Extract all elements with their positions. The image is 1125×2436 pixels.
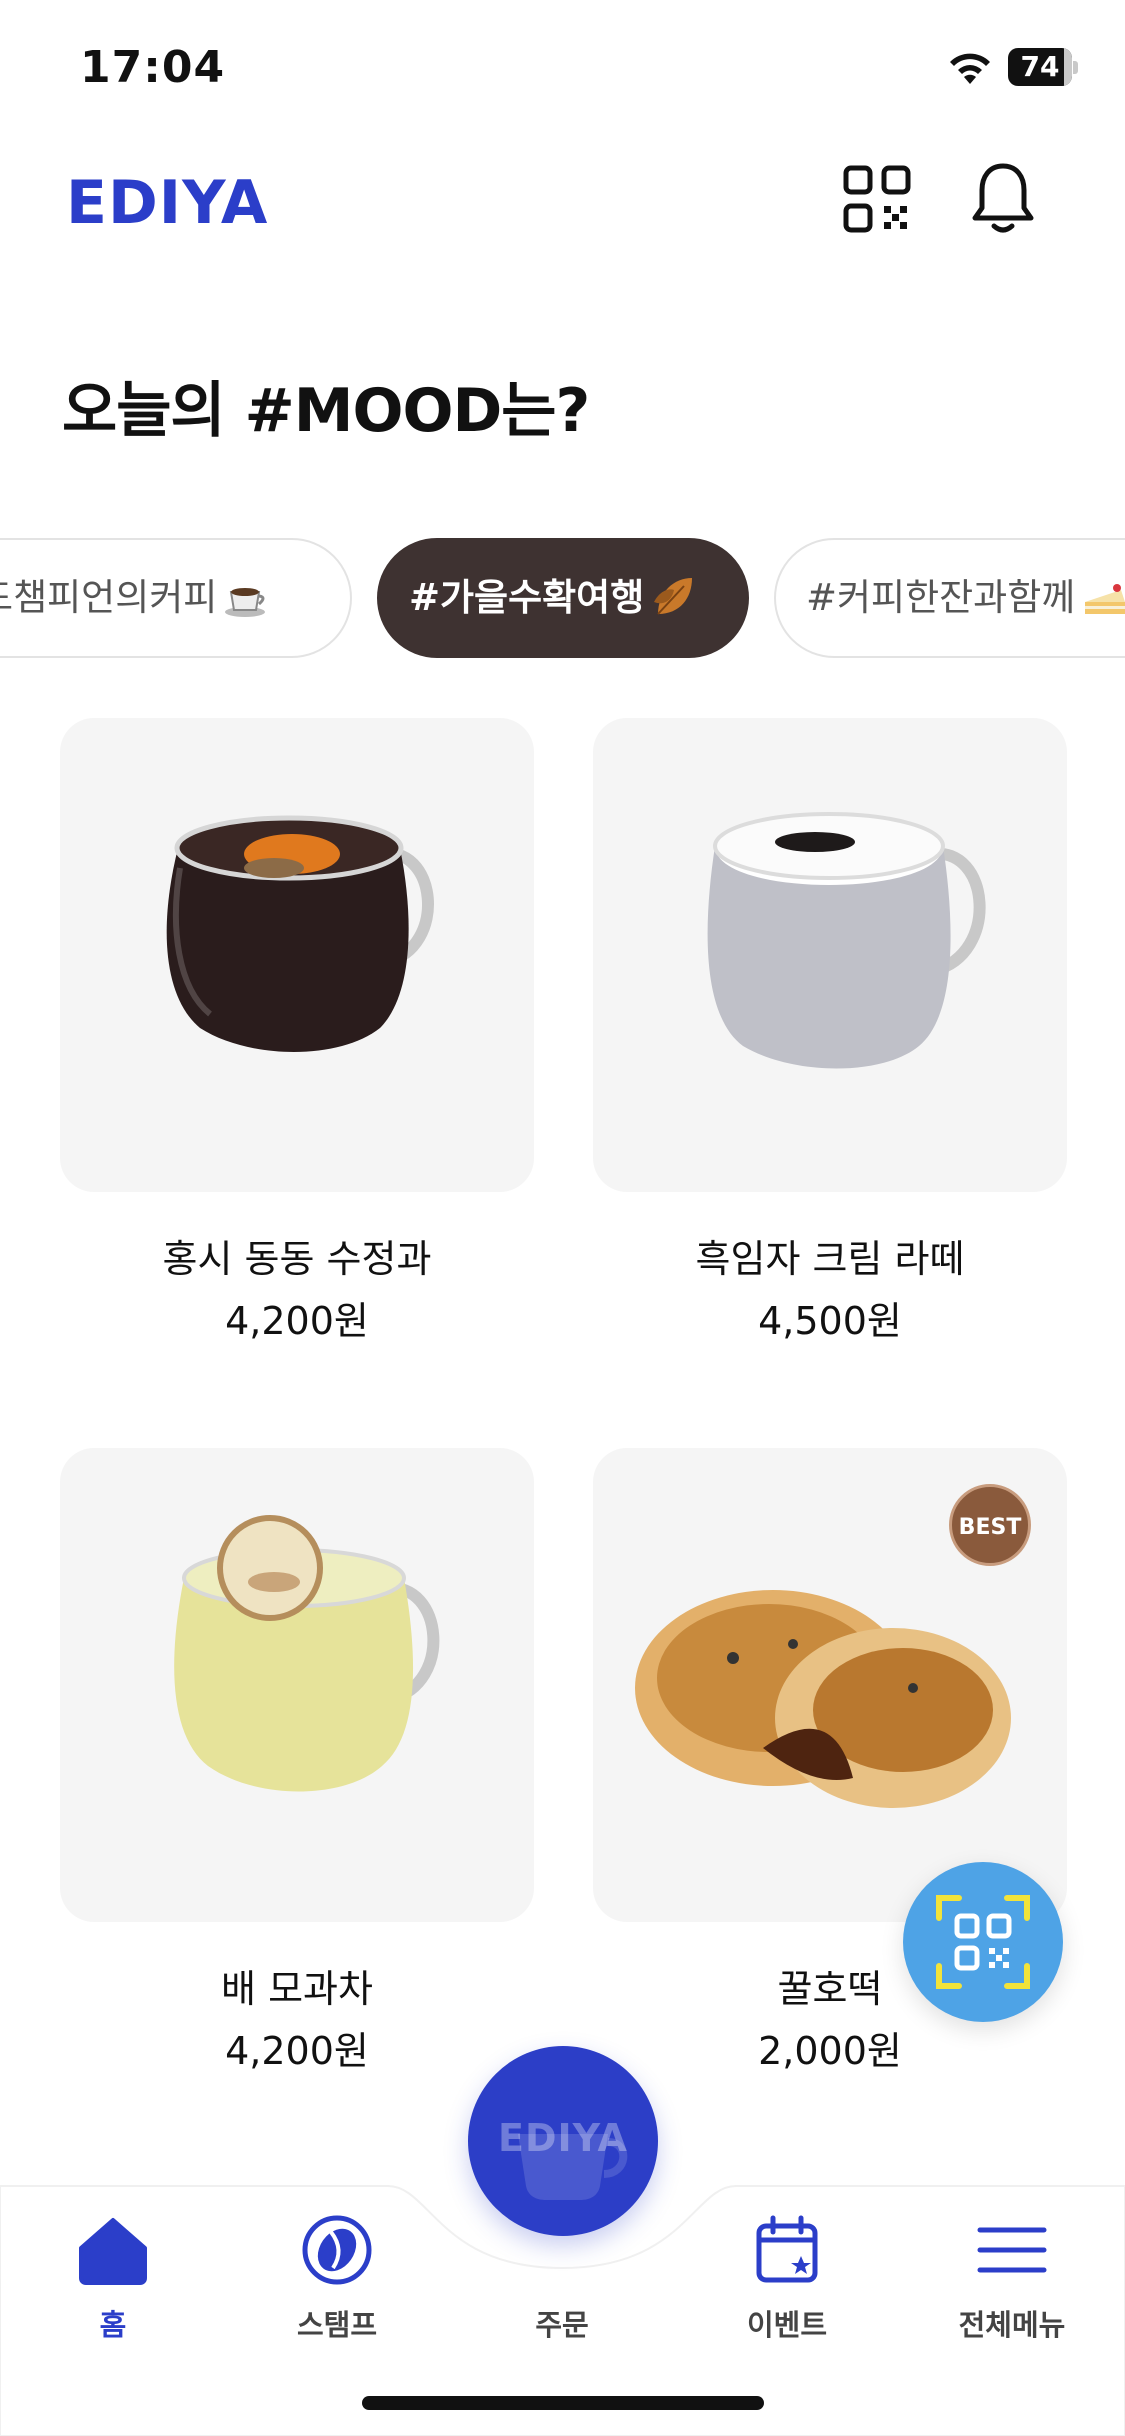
tab-label: 스탬프: [296, 2308, 378, 2342]
order-button-logo: EDIYA: [498, 2116, 628, 2160]
chip-label: #월드챔피언의커피: [0, 576, 218, 619]
mood-title: 오늘의 #MOOD는?: [62, 376, 590, 446]
order-button[interactable]: EDIYA: [468, 2046, 658, 2236]
product-card[interactable]: [60, 718, 534, 1192]
status-time: 17:04: [80, 42, 226, 93]
status-bar: 17:04 74: [0, 0, 1125, 135]
product-image-black-sesame-latte: [707, 812, 986, 1069]
mood-chip[interactable]: #커피한잔과함께: [774, 538, 1125, 658]
chip-label: #가을수확여행: [409, 576, 645, 619]
wifi-icon: [950, 53, 990, 84]
tab-label: 주문: [535, 2308, 589, 2342]
cake-icon: [1085, 583, 1125, 614]
ediya-logo[interactable]: EDIYA: [66, 168, 268, 238]
product-card[interactable]: [60, 1448, 534, 1922]
tab-stamp[interactable]: 스탬프: [257, 2210, 417, 2360]
product-name[interactable]: 홍시 동동 수정과: [60, 1228, 534, 1283]
chip-label: #커피한잔과함께: [806, 576, 1076, 619]
coffee-cup-icon: [225, 587, 266, 617]
tab-event[interactable]: 이벤트: [707, 2210, 867, 2360]
mood-chip-list: #월드챔피언의커피 #가을수확여행 #커피한잔과함께: [0, 538, 1125, 658]
tab-menu[interactable]: 전체메뉴: [932, 2210, 1092, 2360]
tab-label: 전체메뉴: [958, 2308, 1066, 2342]
home-indicator: [362, 2396, 764, 2410]
product-name[interactable]: 흑임자 크림 라떼: [593, 1228, 1067, 1283]
tab-home[interactable]: 홈: [33, 2210, 193, 2360]
home-icon: [79, 2218, 147, 2285]
mood-chip[interactable]: #월드챔피언의커피: [0, 538, 352, 658]
product-card[interactable]: BEST: [593, 1448, 1067, 1922]
product-price: 4,200원: [225, 1299, 369, 1343]
product-image-pear-quince-tea: [174, 1515, 440, 1792]
qr-scan-button[interactable]: [903, 1862, 1063, 2022]
calendar-icon: [756, 2215, 818, 2283]
product-price: 4,500원: [758, 1299, 902, 1343]
product-image-sujeonggwa: [166, 815, 434, 1052]
bell-icon[interactable]: [970, 160, 1036, 236]
product-card[interactable]: [593, 718, 1067, 1192]
battery-icon: 74: [1008, 48, 1078, 88]
product-price: 4,200원: [225, 2029, 369, 2073]
qr-scan-icon: [936, 1895, 1030, 1989]
tab-label: 이벤트: [746, 2308, 828, 2342]
coffee-bean-icon: [302, 2215, 372, 2285]
menu-icon: [977, 2227, 1047, 2273]
qr-code-icon[interactable]: [842, 164, 912, 234]
product-price: 2,000원: [758, 2029, 902, 2073]
best-badge: BEST: [949, 1484, 1031, 1566]
product-name[interactable]: 배 모과차: [60, 1958, 534, 2013]
battery-level: 74: [1020, 50, 1060, 83]
autumn-leaf-icon: [654, 577, 693, 615]
mood-chip-active[interactable]: #가을수확여행: [377, 538, 749, 658]
tab-label: 홈: [99, 2308, 127, 2342]
